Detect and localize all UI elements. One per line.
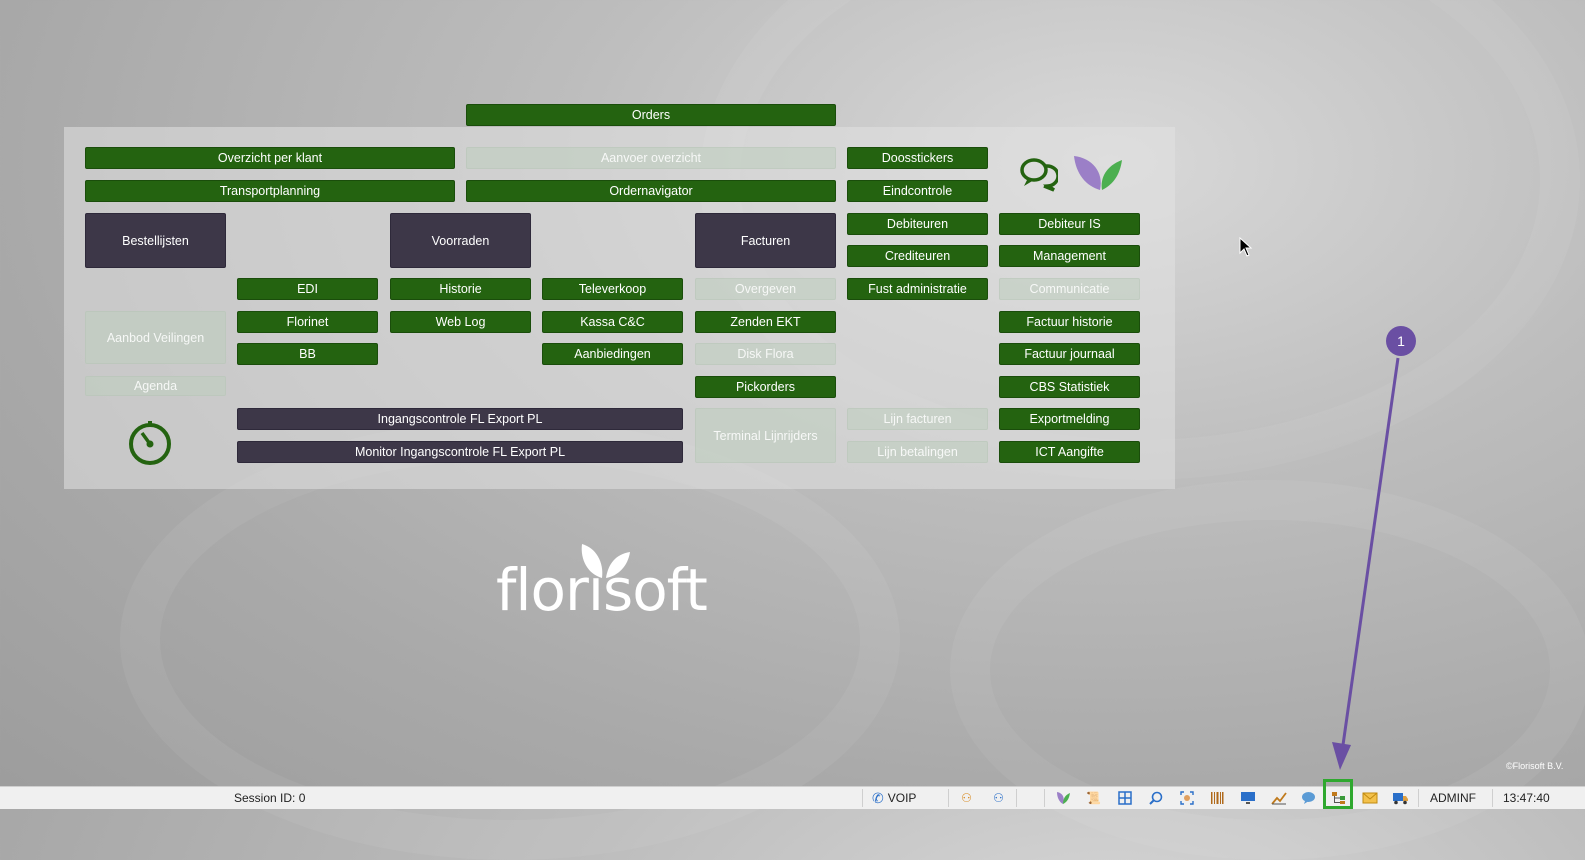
scroll-document-icon[interactable]: 📜 bbox=[1085, 790, 1102, 806]
copyright-text: ©Florisoft B.V. bbox=[1506, 761, 1564, 771]
status-separator bbox=[862, 789, 863, 807]
annotation-arrow bbox=[1332, 357, 1400, 770]
barcode-icon[interactable] bbox=[1208, 790, 1225, 806]
annotation-number: 1 bbox=[1397, 333, 1405, 349]
status-separator bbox=[948, 789, 949, 807]
voip-label: VOIP bbox=[887, 791, 917, 805]
status-separator bbox=[1016, 789, 1017, 807]
voip-button[interactable]: ✆ VOIP bbox=[872, 787, 916, 809]
truck-icon[interactable] bbox=[1392, 790, 1409, 806]
phone-icon: ✆ bbox=[872, 789, 884, 806]
face-scan-icon[interactable] bbox=[1178, 790, 1195, 806]
chat-bubble-icon[interactable] bbox=[1300, 790, 1317, 806]
user-settings-icon[interactable]: ⚇ bbox=[990, 790, 1007, 806]
user-name: ADMINF bbox=[1430, 791, 1476, 805]
mail-icon[interactable] bbox=[1361, 790, 1378, 806]
session-id: Session ID: 0 bbox=[234, 791, 306, 805]
user-reception-icon[interactable]: ⚇ bbox=[958, 790, 975, 806]
search-icon[interactable] bbox=[1147, 790, 1164, 806]
leaf-icon[interactable] bbox=[1054, 790, 1071, 806]
status-separator bbox=[1418, 789, 1419, 807]
annotation-badge: 1 bbox=[1386, 326, 1416, 356]
status-bar: Session ID: 0 ✆ VOIP ⚇ ⚇ 📜 ADMINF 13:47:… bbox=[0, 779, 1585, 809]
chart-tool-icon[interactable] bbox=[1270, 790, 1287, 806]
monitor-icon[interactable] bbox=[1239, 790, 1256, 806]
clock: 13:47:40 bbox=[1503, 791, 1550, 805]
status-separator bbox=[1492, 789, 1493, 807]
tree-structure-icon[interactable] bbox=[1330, 790, 1347, 806]
grid-icon[interactable] bbox=[1116, 790, 1133, 806]
status-separator bbox=[1044, 789, 1045, 807]
